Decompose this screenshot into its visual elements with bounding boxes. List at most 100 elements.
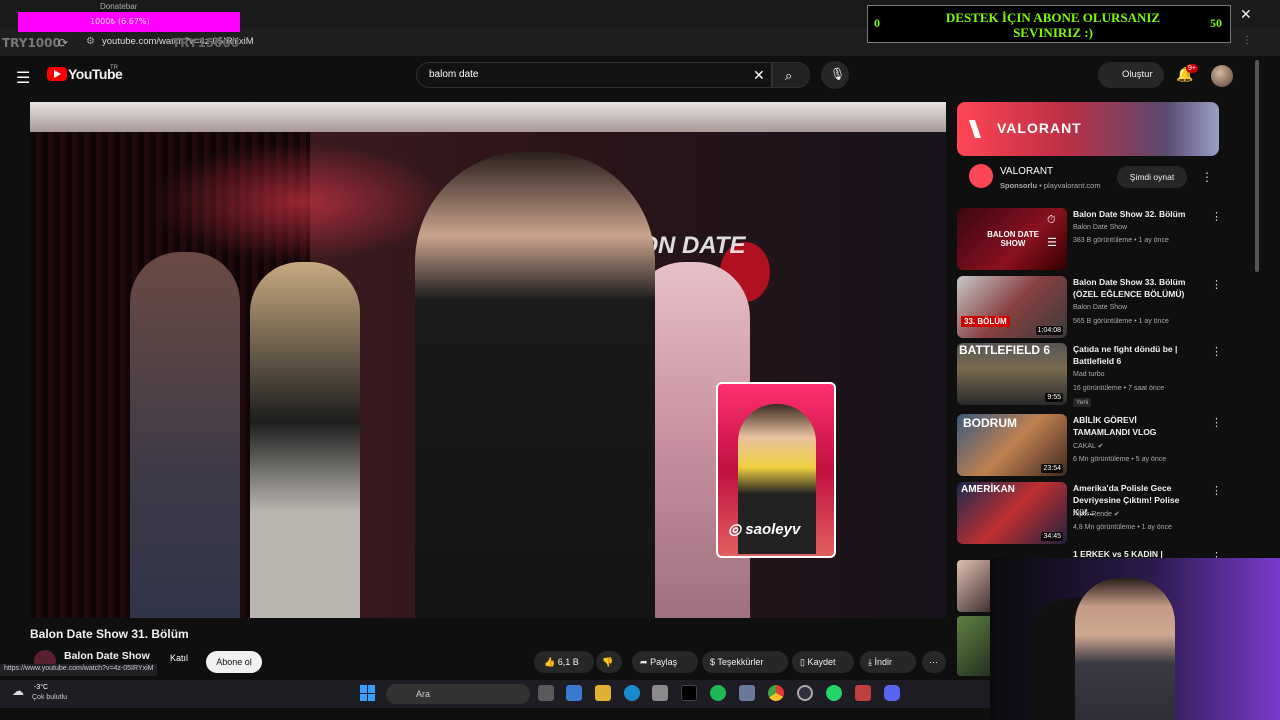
ad-sponsor-line: Sponsorlu • playvalorant.com <box>1000 181 1101 190</box>
channel-name[interactable]: Balon Date Show <box>64 650 150 662</box>
video-scene-light <box>150 142 450 262</box>
voice-search-button[interactable]: 🎙 <box>821 61 849 89</box>
list-item[interactable]: BALON DATE SHOW ⏱ ☰ Balon Date Show 32. … <box>957 208 1222 272</box>
sponsored-ad[interactable]: VALORANT VALORANT Sponsorlu • playvalora… <box>957 102 1219 200</box>
more-icon[interactable]: ⋮ <box>1211 484 1222 497</box>
reload-icon[interactable]: ⟳ <box>58 36 68 50</box>
video-duration: 9:55 <box>1045 393 1063 402</box>
banner-right-value: 50 <box>1210 16 1222 30</box>
edge-browser-icon[interactable] <box>624 685 640 701</box>
more-icon[interactable]: ⋮ <box>1211 210 1222 223</box>
like-button[interactable]: 👍 6,1 B <box>534 651 594 673</box>
store-icon[interactable] <box>652 685 668 701</box>
settings-gear-icon[interactable] <box>739 685 755 701</box>
search-query[interactable]: balom date <box>429 69 478 80</box>
download-label: İndir <box>874 657 893 667</box>
share-button[interactable]: ➦ Paylaş <box>632 651 698 673</box>
recommendation-title[interactable]: ABİLİK GÖREVİ TAMAMLANDI VLOG <box>1073 414 1193 438</box>
discord-icon[interactable] <box>884 685 900 701</box>
video-scene-ceiling <box>30 102 946 132</box>
video-thumbnail[interactable]: BALON DATE SHOW ⏱ ☰ <box>957 208 1067 270</box>
video-thumbnail[interactable] <box>957 560 991 612</box>
recommendation-title[interactable]: Balon Date Show 32. Bölüm <box>1073 208 1193 220</box>
whatsapp-icon[interactable] <box>826 685 842 701</box>
video-thumbnail[interactable]: AMERİKAN 34:45 <box>957 482 1067 544</box>
more-icon[interactable]: ⋮ <box>1211 345 1222 358</box>
valorant-logo-icon <box>969 120 981 138</box>
search-input[interactable]: balom date ✕ <box>416 62 772 88</box>
watch-later-icon[interactable]: ⏱ <box>1047 214 1056 227</box>
list-item[interactable]: BODRUM 23:54 ABİLİK GÖREVİ TAMAMLANDI VL… <box>957 414 1222 478</box>
thumbnail-text: BATTLEFIELD 6 <box>959 343 1051 357</box>
app-icon[interactable] <box>855 685 871 701</box>
dislike-button[interactable]: 👎 <box>596 651 622 673</box>
microphone-icon: 🎙 <box>830 67 846 81</box>
thumbnail-text: AMERİKAN <box>961 484 1015 495</box>
weather-temperature[interactable]: -3°C <box>34 684 48 691</box>
file-explorer-icon[interactable] <box>595 685 611 701</box>
copilot-icon[interactable] <box>566 685 582 701</box>
add-to-queue-icon[interactable]: ☰ <box>1047 236 1057 249</box>
instagram-handle-text: saoleyv <box>745 521 801 538</box>
clear-search-icon[interactable]: ✕ <box>753 67 765 84</box>
play-now-button[interactable]: Şimdi oynat <box>1117 166 1187 188</box>
more-actions-button[interactable]: ⋯ <box>922 651 946 673</box>
recommendation-meta: 6 Mn görüntüleme • 5 ay önce <box>1073 456 1167 463</box>
ad-name[interactable]: VALORANT <box>1000 166 1053 177</box>
spotify-icon[interactable] <box>710 685 726 701</box>
weather-description[interactable]: Çok bulutlu <box>32 694 67 701</box>
video-thumbnail[interactable]: 33. BÖLÜM 1:04:08 <box>957 276 1067 338</box>
close-icon[interactable]: ✕ <box>1240 6 1252 23</box>
recommendation-title[interactable]: Çatıda ne fight döndü be | Battlefield 6 <box>1073 343 1193 367</box>
list-item[interactable]: 33. BÖLÜM 1:04:08 Balon Date Show 33. Bö… <box>957 276 1222 340</box>
video-thumbnail[interactable]: BODRUM 23:54 <box>957 414 1067 476</box>
recommendation-meta: 16 görüntüleme • 7 saat önce <box>1073 385 1165 392</box>
video-player[interactable]: BALON DATE ◎ saoleyv <box>30 102 946 618</box>
more-icon[interactable]: ⋮ <box>1211 416 1222 429</box>
video-thumbnail[interactable] <box>957 616 991 676</box>
video-duration: 23:54 <box>1041 464 1063 473</box>
ad-avatar[interactable] <box>969 164 993 188</box>
windows-start-icon[interactable] <box>360 685 376 701</box>
weather-cloud-icon[interactable]: ☁ <box>12 684 24 698</box>
video-duration: 1:04:08 <box>1035 326 1063 335</box>
download-button[interactable]: ⤓ İndir <box>860 651 916 673</box>
search-button[interactable]: ⌕ <box>772 62 810 88</box>
bookmark-icon: ▯ <box>800 657 805 667</box>
search-icon: ⌕ <box>785 68 793 83</box>
video-duration: 34:45 <box>1041 532 1063 541</box>
ad-banner-image[interactable]: VALORANT <box>957 102 1219 156</box>
ad-banner-word: VALORANT <box>997 120 1082 136</box>
obs-icon[interactable] <box>797 685 813 701</box>
thumbs-down-icon: 👎 <box>602 657 614 667</box>
list-item[interactable]: BATTLEFIELD 6 9:55 Çatıda ne fight döndü… <box>957 343 1222 407</box>
list-item[interactable]: AMERİKAN 34:45 Amerika'da Polisle Gece D… <box>957 482 1222 546</box>
task-view-icon[interactable] <box>538 685 554 701</box>
new-badge: Yeni <box>1073 398 1092 407</box>
ad-more-icon[interactable]: ⋮ <box>1201 170 1213 184</box>
more-icon[interactable]: ⋮ <box>1211 278 1222 291</box>
share-icon: ➦ <box>640 657 648 667</box>
save-button[interactable]: ▯ Kaydet <box>792 651 854 673</box>
thumbnail-text: BODRUM <box>963 416 1017 430</box>
donate-tab-title: Donatebar <box>100 2 138 11</box>
hamburger-menu-icon[interactable]: ☰ <box>16 68 30 88</box>
recommendation-channel: Balon Date Show <box>1073 304 1128 311</box>
create-button[interactable]: Oluştur <box>1098 62 1164 88</box>
thanks-button[interactable]: $ Teşekkürler <box>702 651 788 673</box>
verified-icon: ✔ <box>1097 443 1104 450</box>
taskbar-search[interactable]: Ara <box>386 684 530 704</box>
avatar[interactable] <box>1211 65 1233 87</box>
play-icon <box>54 70 61 78</box>
recommendation-channel: Balon Date Show <box>1073 224 1128 231</box>
link-hover-url: https://www.youtube.com/watch?v=4z-05IRY… <box>0 664 158 676</box>
page-scrollbar[interactable] <box>1255 60 1259 272</box>
join-button[interactable]: Katıl <box>170 653 188 663</box>
video-title: Balon Date Show 31. Bölüm <box>30 627 189 641</box>
video-thumbnail[interactable]: BATTLEFIELD 6 9:55 <box>957 343 1067 405</box>
recommendation-title[interactable]: Balon Date Show 33. Bölüm (ÖZEL EĞLENCE … <box>1073 276 1193 300</box>
browser-menu-icon[interactable]: ⋮ <box>1242 35 1252 46</box>
subscribe-button[interactable]: Abone ol <box>206 651 262 673</box>
tiktok-icon[interactable] <box>681 685 697 701</box>
chrome-browser-icon[interactable] <box>768 685 784 701</box>
